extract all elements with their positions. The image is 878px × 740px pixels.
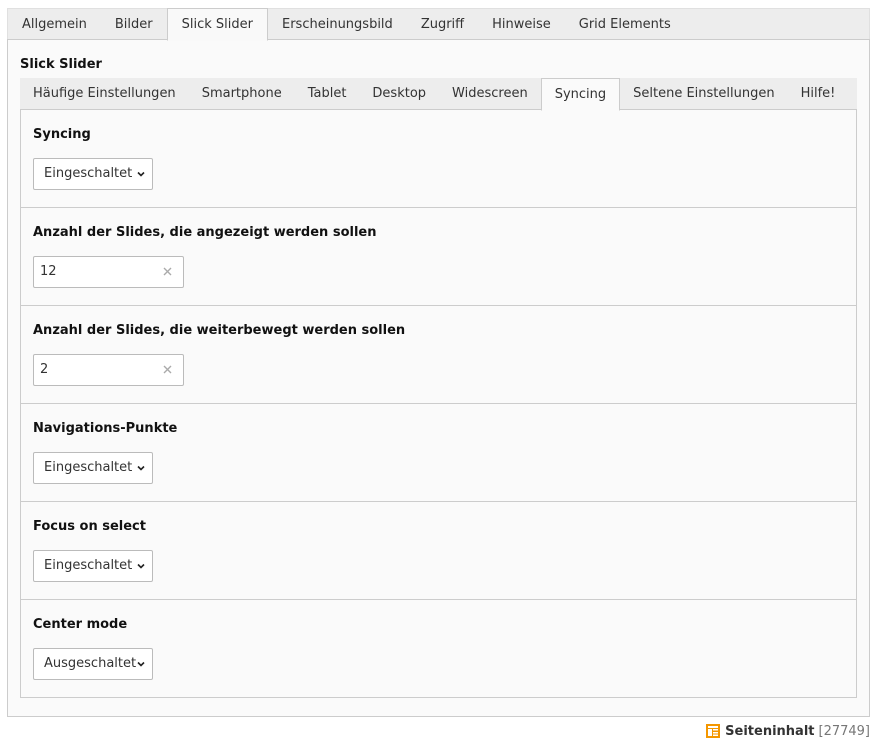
tab-desktop[interactable]: Desktop xyxy=(359,78,439,110)
tab-smartphone[interactable]: Smartphone xyxy=(189,78,295,110)
tab-tablet[interactable]: Tablet xyxy=(295,78,360,110)
field-slides-to-scroll: Anzahl der Slides, die weiterbewegt werd… xyxy=(21,306,856,404)
syncing-panel: Syncing Eingeschaltet Anzahl der Slides,… xyxy=(20,109,857,698)
tab-hilfe[interactable]: Hilfe! xyxy=(788,78,849,110)
tab-haeufige-einstellungen[interactable]: Häufige Einstellungen xyxy=(20,78,189,110)
input-value: 2 xyxy=(40,362,49,377)
field-slides-to-show: Anzahl der Slides, die angezeigt werden … xyxy=(21,208,856,306)
inner-tab-bar: Häufige Einstellungen Smartphone Tablet … xyxy=(20,78,857,111)
select-value: Eingeschaltet xyxy=(44,166,133,181)
field-label: Focus on select xyxy=(33,519,146,534)
field-syncing: Syncing Eingeschaltet xyxy=(21,110,856,208)
field-label: Syncing xyxy=(33,127,91,142)
clear-icon[interactable] xyxy=(163,365,172,374)
tab-hinweise[interactable]: Hinweise xyxy=(478,9,565,40)
dots-select[interactable]: Eingeschaltet xyxy=(33,452,153,484)
tab-widescreen[interactable]: Widescreen xyxy=(439,78,541,110)
field-label: Anzahl der Slides, die angezeigt werden … xyxy=(33,225,377,240)
chevron-down-icon xyxy=(137,661,145,667)
field-dots: Navigations-Punkte Eingeschaltet xyxy=(21,404,856,502)
section-title: Slick Slider xyxy=(20,57,102,72)
tab-seltene-einstellungen[interactable]: Seltene Einstellungen xyxy=(620,78,787,110)
tab-allgemein[interactable]: Allgemein xyxy=(8,9,101,40)
focus-on-select-select[interactable]: Eingeschaltet xyxy=(33,550,153,582)
tab-syncing[interactable]: Syncing xyxy=(540,78,621,111)
record-type-label: Seiteninhalt xyxy=(725,723,815,739)
chevron-down-icon xyxy=(137,465,145,471)
tab-grid-elements[interactable]: Grid Elements xyxy=(565,9,685,40)
tab-slick-slider[interactable]: Slick Slider xyxy=(166,8,268,41)
chevron-down-icon xyxy=(137,171,145,177)
field-focus-on-select: Focus on select Eingeschaltet xyxy=(21,502,856,600)
input-value: 12 xyxy=(40,264,57,279)
field-label: Center mode xyxy=(33,617,128,632)
slick-slider-panel: Slick Slider Häufige Einstellungen Smart… xyxy=(7,39,870,717)
field-label: Anzahl der Slides, die weiterbewegt werd… xyxy=(33,323,406,338)
field-center-mode: Center mode Ausgeschaltet xyxy=(21,600,856,698)
slides-to-scroll-input[interactable]: 2 xyxy=(33,354,184,386)
slides-to-show-input[interactable]: 12 xyxy=(33,256,184,288)
center-mode-select[interactable]: Ausgeschaltet xyxy=(33,648,153,680)
record-footer: Seiteninhalt [27749] xyxy=(705,722,870,740)
content-element-icon xyxy=(706,724,721,738)
outer-tab-bar: Allgemein Bilder Slick Slider Erscheinun… xyxy=(7,8,870,41)
select-value: Eingeschaltet xyxy=(44,460,133,475)
tab-bilder[interactable]: Bilder xyxy=(101,9,167,40)
syncing-select[interactable]: Eingeschaltet xyxy=(33,158,153,190)
select-value: Ausgeschaltet xyxy=(44,656,137,671)
tab-erscheinungsbild[interactable]: Erscheinungsbild xyxy=(268,9,407,40)
clear-icon[interactable] xyxy=(163,267,172,276)
record-id: [27749] xyxy=(818,723,871,739)
tab-zugriff[interactable]: Zugriff xyxy=(407,9,478,40)
select-value: Eingeschaltet xyxy=(44,558,133,573)
field-label: Navigations-Punkte xyxy=(33,421,178,436)
chevron-down-icon xyxy=(137,563,145,569)
